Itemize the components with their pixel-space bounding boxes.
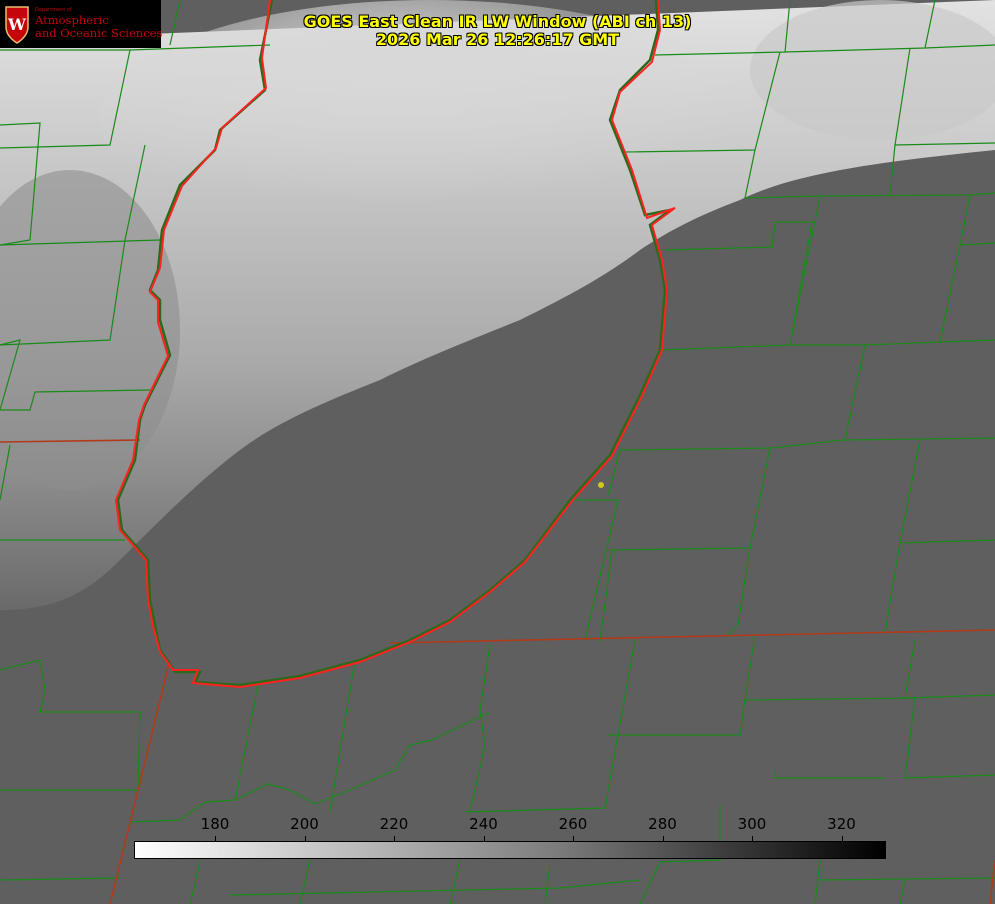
university-seal-icon: W	[5, 6, 29, 44]
colorbar-tick-mark	[841, 836, 843, 841]
uw-aos-logo: W Department of Atmospheric and Oceanic …	[0, 0, 163, 48]
colorbar-tick-mark	[304, 836, 306, 841]
colorbar-tick-label: 280	[648, 815, 677, 833]
logo-line-2: and Oceanic Sciences	[35, 26, 163, 40]
image-timestamp: 2026 Mar 26 12:26:17 GMT	[375, 30, 620, 49]
colorbar-tick-label: 260	[558, 815, 588, 833]
colorbar-tick-mark	[662, 836, 664, 841]
colorbar-tick-label: 200	[290, 815, 319, 833]
satellite-map	[0, 0, 995, 904]
colorbar-tick-mark	[483, 836, 485, 841]
colorbar	[134, 841, 886, 859]
logo-line-1: Atmospheric	[35, 13, 109, 27]
image-title: GOES East Clean IR LW Window (ABI ch 13)	[303, 12, 692, 31]
colorbar-tick-mark	[573, 836, 574, 841]
colorbar-tick-mark	[752, 836, 753, 841]
colorbar-tick-label: 320	[827, 815, 856, 833]
colorbar-tick-label: 220	[379, 815, 409, 833]
colorbar-tick-mark	[394, 836, 395, 841]
colorbar-tick-label: 180	[200, 815, 230, 833]
colorbar-tick-label: 300	[737, 815, 767, 833]
seal-letter: W	[7, 15, 27, 34]
colorbar-tick-mark	[215, 836, 216, 841]
location-marker	[598, 482, 604, 488]
colorbar-tick-label: 240	[469, 815, 498, 833]
